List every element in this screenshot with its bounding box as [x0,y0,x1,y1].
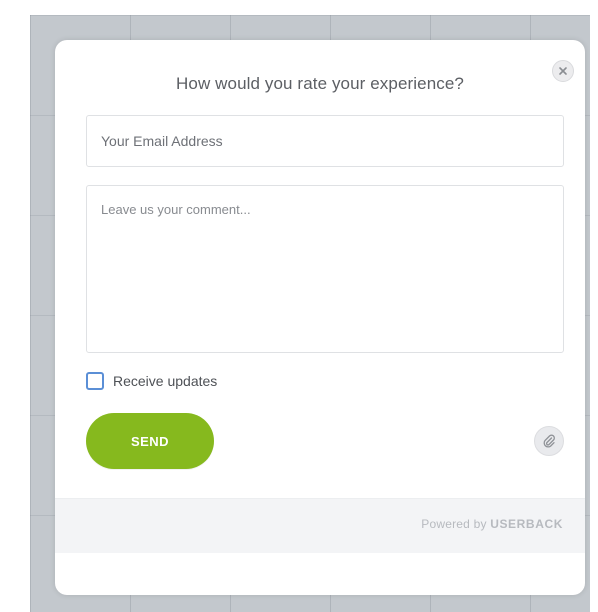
comment-textarea[interactable] [86,185,564,353]
feedback-modal: How would you rate your experience? Rece… [55,40,585,595]
modal-footer: Powered by USERBACK [55,498,585,553]
powered-by[interactable]: Powered by USERBACK [421,517,563,531]
send-button[interactable]: SEND [86,413,214,469]
attach-button[interactable] [534,426,564,456]
receive-updates-label: Receive updates [113,373,218,389]
modal-title: How would you rate your experience? [176,74,464,93]
receive-updates-checkbox[interactable] [86,372,104,390]
receive-updates-option[interactable]: Receive updates [86,370,217,392]
paperclip-icon [543,434,555,448]
email-field[interactable] [86,115,564,167]
powered-by-prefix: Powered by [421,517,491,531]
brand-name: USERBACK [490,517,563,531]
